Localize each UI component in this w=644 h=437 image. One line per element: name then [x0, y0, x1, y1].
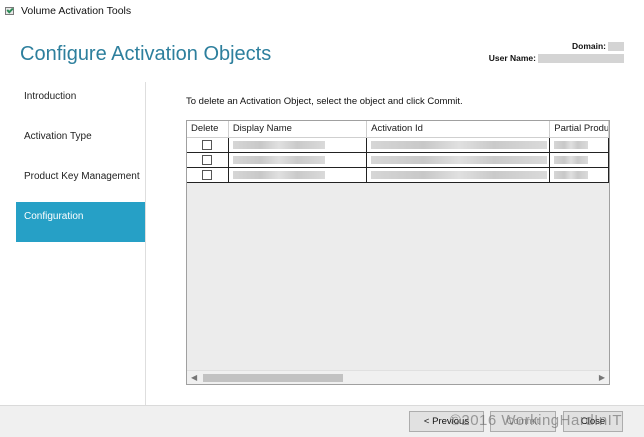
- column-header-display-name[interactable]: Display Name: [229, 121, 368, 137]
- scroll-left-icon[interactable]: ◀: [191, 373, 197, 382]
- partial-product-key-redacted: [554, 156, 589, 164]
- activation-id-redacted: [371, 171, 548, 179]
- instruction-text: To delete an Activation Object, select t…: [186, 96, 463, 107]
- nav-item-product-key-management[interactable]: Product Key Management: [16, 162, 145, 202]
- activation-id-redacted: [371, 156, 548, 164]
- partial-product-key-redacted: [554, 141, 589, 149]
- user-name-label: User Name:: [488, 53, 536, 63]
- wizard-footer: < Previous Commit Close ©2016 WorkingHar…: [0, 405, 644, 437]
- scroll-right-icon[interactable]: ▶: [599, 373, 605, 382]
- delete-checkbox[interactable]: [202, 170, 213, 180]
- activation-objects-table[interactable]: Delete Display Name Activation Id Partia…: [186, 120, 610, 385]
- page-title: Configure Activation Objects: [20, 43, 272, 65]
- user-name-value-redacted: [538, 53, 624, 63]
- window-title: Volume Activation Tools: [21, 5, 132, 17]
- domain-value-redacted: [608, 41, 624, 51]
- table-header: Delete Display Name Activation Id Partia…: [187, 121, 609, 138]
- nav-item-activation-type[interactable]: Activation Type: [16, 122, 145, 162]
- display-name-redacted: [232, 141, 325, 149]
- table-row[interactable]: [187, 138, 609, 153]
- nav-item-introduction[interactable]: Introduction: [16, 82, 145, 122]
- account-info: Domain: User Name:: [489, 40, 624, 64]
- title-bar: Volume Activation Tools: [0, 0, 644, 22]
- activation-id-redacted: [371, 141, 548, 149]
- wizard-nav: Introduction Activation Type Product Key…: [16, 82, 145, 242]
- display-name-redacted: [232, 171, 325, 179]
- nav-item-configuration[interactable]: Configuration: [16, 202, 145, 242]
- table-row[interactable]: [187, 153, 609, 168]
- delete-checkbox[interactable]: [202, 140, 213, 150]
- display-name-redacted: [232, 156, 325, 164]
- column-header-delete[interactable]: Delete: [187, 121, 229, 137]
- column-header-activation-id[interactable]: Activation Id: [367, 121, 551, 137]
- horizontal-scrollbar[interactable]: ◀ ▶: [187, 370, 609, 384]
- volume-activation-icon: [4, 5, 16, 17]
- table-row[interactable]: [187, 168, 609, 183]
- delete-checkbox[interactable]: [202, 155, 213, 165]
- scrollbar-thumb[interactable]: [203, 374, 343, 382]
- nav-divider: [145, 82, 146, 405]
- watermark: ©2016 WorkingHardInIT: [449, 412, 622, 429]
- domain-label: Domain:: [572, 41, 606, 51]
- column-header-partial-product-key[interactable]: Partial Produ: [550, 121, 609, 137]
- partial-product-key-redacted: [554, 171, 589, 179]
